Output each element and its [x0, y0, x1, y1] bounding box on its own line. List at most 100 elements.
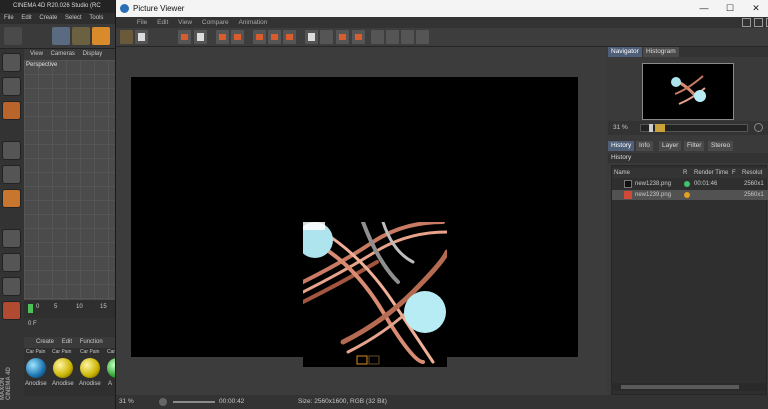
material-swatch-blue[interactable]: [26, 358, 46, 378]
c4d-menu-create[interactable]: Create: [39, 15, 57, 21]
color-a-icon[interactable]: [336, 30, 349, 44]
points-icon[interactable]: [2, 165, 21, 184]
render-pause-icon[interactable]: [231, 30, 244, 44]
layout-d-icon[interactable]: [416, 30, 429, 44]
column-render-time[interactable]: Render Time: [694, 168, 728, 178]
frame-field[interactable]: 0 F: [24, 318, 115, 332]
layout-a-icon[interactable]: [371, 30, 384, 44]
viewport-tab-display[interactable]: Display: [83, 51, 103, 57]
viewport-tab-cameras[interactable]: Cameras: [51, 51, 75, 57]
move-icon[interactable]: [72, 27, 90, 45]
zoom-reset-icon[interactable]: [754, 123, 763, 132]
open-folder-icon[interactable]: [120, 30, 133, 44]
tab-stereo[interactable]: Stereo: [708, 141, 734, 151]
timeline[interactable]: 0 5 10 15: [24, 300, 115, 318]
set-a-icon[interactable]: [305, 30, 318, 44]
c4d-app-icon: [120, 4, 129, 13]
tab-navigator[interactable]: Navigator: [608, 47, 642, 57]
color-b-icon[interactable]: [352, 30, 365, 44]
viewport[interactable]: [24, 60, 115, 300]
snap-icon[interactable]: [2, 277, 21, 296]
tab-histogram[interactable]: Histogram: [643, 47, 679, 57]
pv-title: Picture Viewer: [133, 4, 185, 13]
column-resolution[interactable]: Resolut: [742, 168, 768, 178]
image-canvas-area[interactable]: [116, 47, 606, 395]
history-scrollbar[interactable]: [611, 383, 767, 391]
zoom-slider-fill: [655, 124, 665, 132]
material-menu-edit[interactable]: Edit: [62, 339, 72, 345]
maximize-icon[interactable]: ☐: [719, 0, 741, 17]
polygon-icon[interactable]: [2, 189, 21, 208]
undo-icon[interactable]: [4, 27, 22, 45]
pv-menu-view[interactable]: View: [178, 19, 192, 26]
tab-history[interactable]: History: [608, 141, 635, 151]
material-label: Anodise: [79, 381, 101, 387]
status-zoom: 31 %: [119, 398, 134, 405]
scale-icon[interactable]: [92, 27, 110, 45]
viewport-tab-view[interactable]: View: [30, 51, 43, 57]
pv-menu-bar: File Edit View Compare Animation: [116, 17, 768, 28]
mouse-icon[interactable]: [2, 253, 21, 272]
material-manager: Car Pain Car Pain Car Pain Car Anodise A…: [24, 348, 127, 396]
history-row[interactable]: new1239.png 2560x1: [612, 190, 768, 200]
layout-b-icon[interactable]: [386, 30, 399, 44]
play-icon[interactable]: [159, 398, 167, 406]
cube-icon[interactable]: [2, 53, 21, 72]
column-name[interactable]: Name: [614, 168, 630, 178]
history-tabs: History Info Layer Filter Stereo: [608, 141, 768, 151]
ab-compare-icon[interactable]: [253, 30, 266, 44]
pv-menu-edit[interactable]: Edit: [157, 19, 168, 26]
thumbnail-icon: [624, 191, 632, 199]
material-menu-function[interactable]: Function: [80, 339, 103, 345]
history-row-resolution: 2560x1: [744, 192, 764, 198]
zoom-slider-handle[interactable]: [649, 124, 653, 132]
pv-menu-file[interactable]: File: [137, 19, 147, 26]
scrollbar-thumb[interactable]: [621, 385, 739, 389]
playhead[interactable]: [28, 304, 33, 313]
c4d-menu-file[interactable]: File: [4, 15, 14, 21]
minimize-icon[interactable]: —: [693, 0, 715, 17]
swap-icon[interactable]: [268, 30, 281, 44]
c4d-menu-edit[interactable]: Edit: [21, 15, 31, 21]
history-row-resolution: 2560x1: [744, 181, 764, 187]
axis-icon[interactable]: [2, 229, 21, 248]
magnet-icon[interactable]: [2, 301, 21, 320]
c4d-menu-select[interactable]: Select: [65, 15, 82, 21]
pv-menu-compare[interactable]: Compare: [202, 19, 229, 26]
column-r[interactable]: R: [683, 168, 687, 178]
status-dot-icon: [684, 192, 690, 198]
set-b-icon[interactable]: [320, 30, 333, 44]
layout-c-icon[interactable]: [401, 30, 414, 44]
select-cursor-icon[interactable]: [52, 27, 70, 45]
pv-title-bar: Picture Viewer — ☐ ✕: [116, 0, 768, 17]
tab-layer[interactable]: Layer: [659, 141, 682, 151]
material-name: Car Pain: [80, 349, 100, 355]
material-menu-create[interactable]: Create: [36, 339, 54, 345]
layout-toggle-icon[interactable]: [754, 18, 763, 27]
history-row[interactable]: new1238.png 00:01:46 2560x1: [612, 179, 768, 189]
c4d-menu-tools[interactable]: Tools: [89, 15, 103, 21]
frame-slider[interactable]: [173, 401, 215, 403]
material-swatch-yellow[interactable]: [80, 358, 100, 378]
column-f[interactable]: F: [732, 168, 736, 178]
timeline-tick: 15: [100, 304, 107, 310]
checker-icon[interactable]: [2, 77, 21, 96]
texture-icon[interactable]: [2, 101, 21, 120]
model-icon[interactable]: [2, 141, 21, 160]
pv-menu-animation[interactable]: Animation: [238, 19, 267, 26]
material-name: Car: [107, 349, 116, 355]
material-swatch-yellow[interactable]: [53, 358, 73, 378]
render-view-icon[interactable]: [194, 30, 207, 44]
viewport-camera-label: Perspective: [26, 62, 58, 68]
layout-icon[interactable]: [742, 18, 751, 27]
close-icon[interactable]: ✕: [745, 0, 767, 17]
navigator-thumbnail[interactable]: [642, 63, 734, 120]
tab-info[interactable]: Info: [636, 141, 653, 151]
render-region-icon[interactable]: [178, 30, 191, 44]
tab-filter[interactable]: Filter: [684, 141, 705, 151]
render-stop-icon[interactable]: [216, 30, 229, 44]
difference-icon[interactable]: [283, 30, 296, 44]
save-icon[interactable]: [135, 30, 148, 44]
render-canvas[interactable]: [131, 77, 578, 367]
pv-status-bar: 31 % 00:00:42 Size: 2560x1600, RGB (32 B…: [116, 395, 768, 409]
